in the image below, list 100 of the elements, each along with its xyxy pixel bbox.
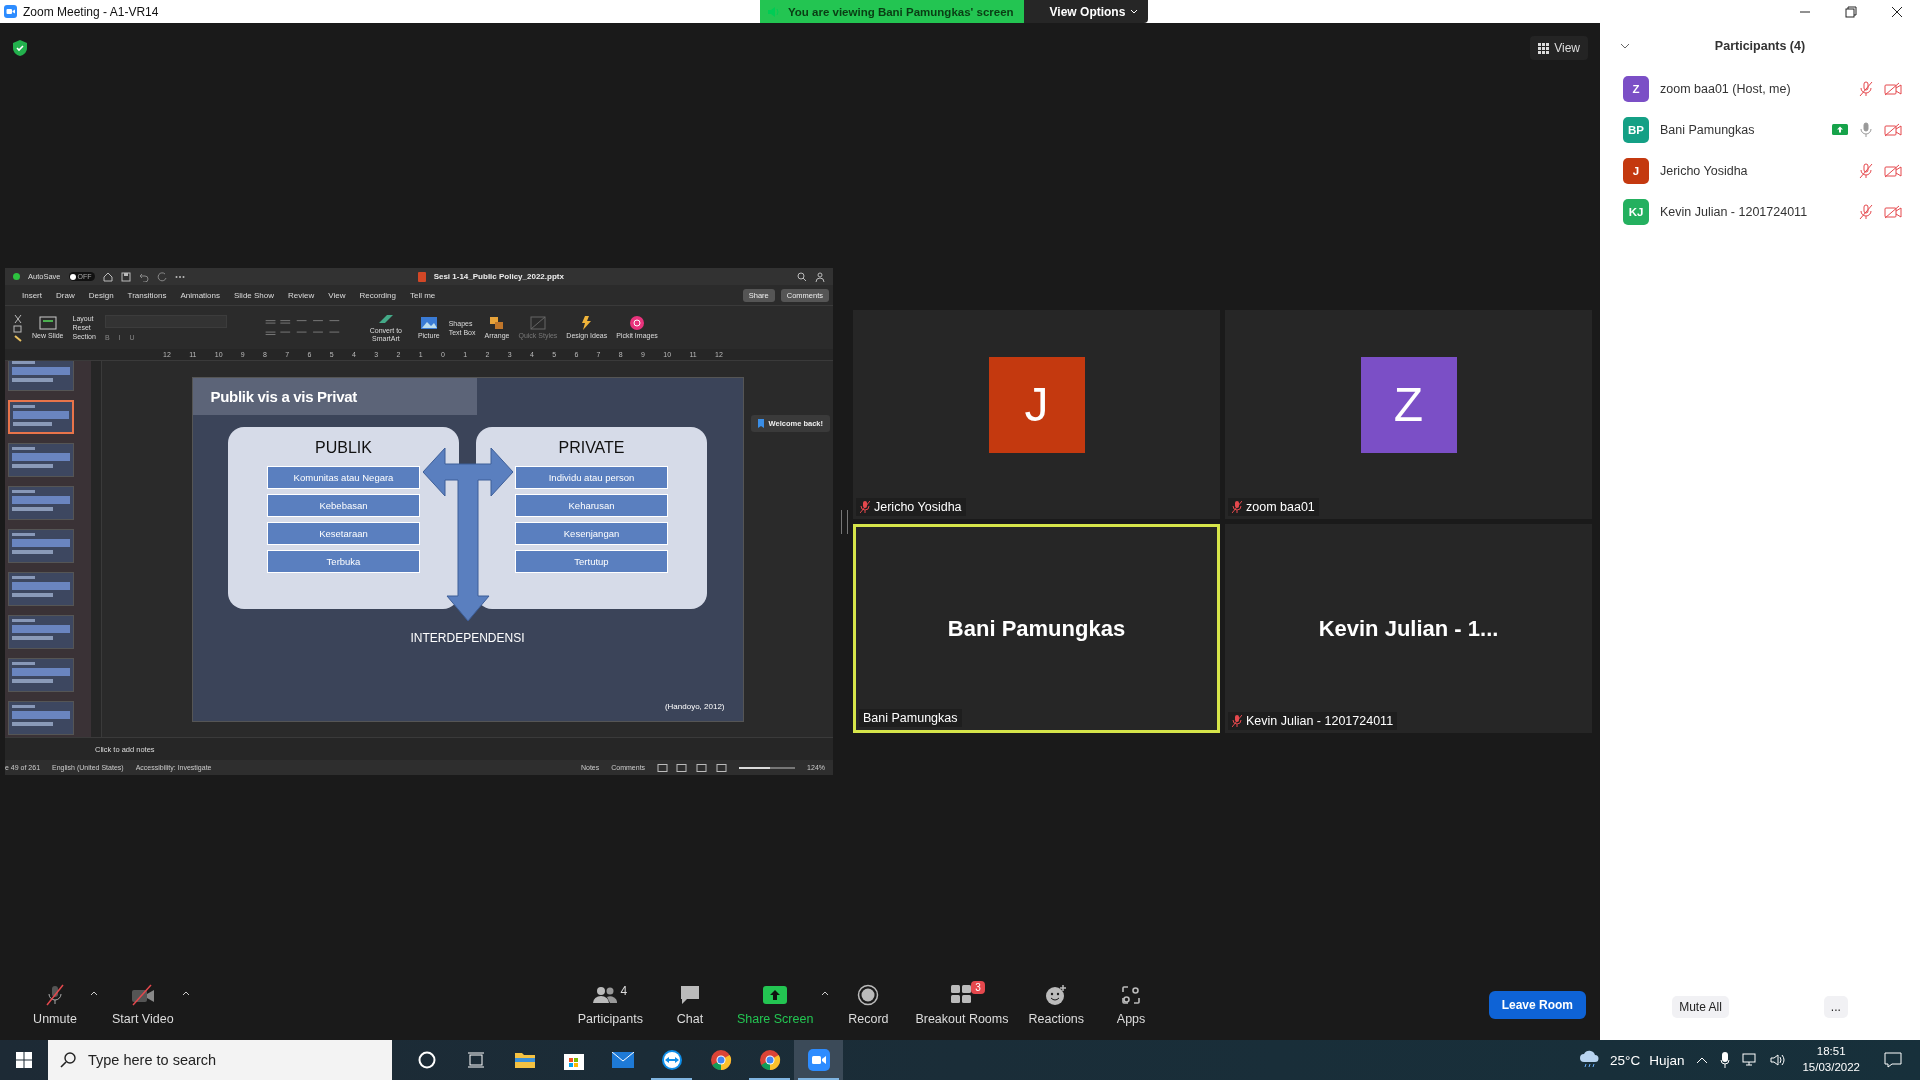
clock-time[interactable]: 18:51 <box>1816 1044 1846 1060</box>
start-video-button[interactable]: Start Video <box>104 984 182 1026</box>
video-tile[interactable]: Z zoom baa01 <box>1225 310 1592 519</box>
participant-name: Jericho Yosidha <box>1660 163 1748 178</box>
mic-icon[interactable] <box>1859 80 1873 97</box>
splitter-handle[interactable] <box>841 509 848 534</box>
more-button[interactable]: ... <box>1823 996 1848 1018</box>
ribbon-tab[interactable]: View <box>328 290 346 300</box>
mute-all-button[interactable]: Mute All <box>1672 996 1729 1018</box>
weather-temperature[interactable]: 25°C <box>1610 1052 1641 1068</box>
participant-row[interactable]: BP Bani Pamungkas <box>1600 109 1920 150</box>
ribbon-tab[interactable]: Recording <box>359 290 396 300</box>
unmute-button[interactable]: Unmute <box>20 984 90 1026</box>
avatar: BP <box>1623 116 1649 143</box>
video-tile[interactable]: J Jericho Yosidha <box>853 310 1220 519</box>
participant-name: Kevin Julian - 1... <box>1318 615 1499 642</box>
video-tile[interactable]: Bani Pamungkas Bani Pamungkas <box>853 524 1220 733</box>
mic-icon[interactable] <box>1859 162 1873 179</box>
mic-icon[interactable] <box>1859 203 1873 220</box>
ribbon-tab[interactable]: Draw <box>56 290 75 300</box>
view-modes-icon[interactable] <box>657 763 728 772</box>
mic-icon[interactable] <box>1859 121 1873 138</box>
close-icon[interactable] <box>1891 5 1903 18</box>
ribbon-tab[interactable]: Tell me <box>409 290 436 300</box>
microphone-icon[interactable] <box>1720 1052 1731 1068</box>
participant-row[interactable]: KJ Kevin Julian - 1201724011 <box>1600 191 1920 232</box>
caret-icon[interactable] <box>90 990 98 996</box>
share-button[interactable]: Share Screen <box>728 984 822 1026</box>
slide-item: Tertutup <box>515 549 668 573</box>
person-icon[interactable] <box>815 271 825 282</box>
restore-icon[interactable] <box>1845 5 1857 18</box>
avatar: KJ <box>1623 198 1649 225</box>
taskbar-search-field[interactable]: Type here to search <box>48 1040 392 1080</box>
scissors-icon[interactable] <box>13 312 23 343</box>
breakout-button[interactable]: 3 Breakout Rooms <box>907 984 1017 1026</box>
participant-name: zoom baa01 (Host, me) <box>1660 81 1791 96</box>
zoom-slider[interactable] <box>739 766 796 769</box>
clock-date[interactable]: 15/03/2022 <box>1802 1060 1860 1076</box>
camera-icon[interactable] <box>1884 204 1902 219</box>
zoom-taskbar-button[interactable] <box>794 1040 843 1080</box>
ribbon-tab[interactable]: Animations <box>180 290 220 300</box>
participants-button[interactable]: 4 Participants <box>569 984 651 1026</box>
windows-start-icon[interactable] <box>16 1052 32 1068</box>
arrange-icon <box>489 315 505 330</box>
ribbon-tab[interactable]: Transitions <box>127 290 167 300</box>
weather-condition[interactable]: Hujan <box>1649 1052 1685 1068</box>
home-icon[interactable] <box>102 271 113 282</box>
slide-thumbnail[interactable] <box>8 572 74 606</box>
shield-icon[interactable] <box>13 40 27 56</box>
slide-thumbnail[interactable] <box>8 615 74 649</box>
leave-room-button[interactable]: Leave Room <box>1488 991 1586 1019</box>
participant-row[interactable]: J Jericho Yosidha <box>1600 150 1920 191</box>
slide-thumbnail[interactable] <box>8 658 74 692</box>
view-button[interactable]: View <box>1530 36 1588 60</box>
camera-icon[interactable] <box>1884 122 1902 137</box>
chevron-up-icon[interactable] <box>1696 1056 1709 1064</box>
banner-text: You are viewing Bani Pamungkas' screen <box>788 5 1014 18</box>
undo-icon[interactable] <box>138 271 149 282</box>
video-tile[interactable]: Kevin Julian - 1... Kevin Julian - 1201724011 <box>1225 524 1592 733</box>
slide-item: Komunitas atau Negara <box>267 465 420 489</box>
notification-icon[interactable] <box>1884 1052 1902 1068</box>
slide-thumbnail[interactable] <box>8 361 74 391</box>
chat-button[interactable]: Chat <box>654 984 725 1026</box>
video-camera-icon <box>807 1049 830 1071</box>
chat-bubble-icon <box>678 985 701 1005</box>
ribbon-tab[interactable]: Review <box>288 290 315 300</box>
participant-row[interactable]: Z zoom baa01 (Host, me) <box>1600 68 1920 109</box>
redo-icon[interactable] <box>156 271 167 282</box>
people-icon <box>593 986 618 1004</box>
camera-icon[interactable] <box>1884 81 1902 96</box>
more-icon[interactable] <box>174 274 185 279</box>
slide-thumbnail[interactable] <box>8 529 74 563</box>
breakout-rooms-icon <box>950 985 973 1005</box>
network-icon[interactable] <box>1742 1053 1759 1067</box>
panel-heading: PUBLIK <box>315 438 372 457</box>
ribbon-tab[interactable]: Design <box>88 290 114 300</box>
ribbon-tab[interactable]: Insert <box>22 290 42 300</box>
window-dot-icon[interactable] <box>13 273 20 280</box>
share-screen-icon <box>763 986 788 1004</box>
view-options-button[interactable]: View Options <box>1023 0 1149 23</box>
pickit-icon <box>630 315 644 330</box>
apps-button[interactable]: Apps <box>1096 984 1167 1026</box>
slide-thumbnail[interactable] <box>8 443 74 477</box>
search-icon[interactable] <box>797 271 807 282</box>
record-button[interactable]: Record <box>833 984 904 1026</box>
caret-icon[interactable] <box>821 990 830 996</box>
slide-thumbnail[interactable] <box>8 486 74 520</box>
chrome-icon <box>709 1049 732 1071</box>
slide-caption: INTERDEPENDENSI <box>410 630 525 645</box>
slide-thumbnail[interactable] <box>8 701 74 735</box>
reactions-button[interactable]: Reactions <box>1020 984 1093 1026</box>
slide-thumbnail[interactable] <box>8 400 74 434</box>
camera-icon[interactable] <box>1884 163 1902 178</box>
save-icon[interactable] <box>120 271 131 282</box>
ribbon-tab[interactable]: Slide Show <box>234 290 275 300</box>
bookmark-icon <box>757 419 764 428</box>
volume-icon[interactable] <box>1770 1053 1787 1067</box>
chevron-down-icon[interactable] <box>1620 42 1630 49</box>
caret-icon[interactable] <box>181 990 190 996</box>
search-input[interactable]: Type here to search <box>86 1051 370 1069</box>
